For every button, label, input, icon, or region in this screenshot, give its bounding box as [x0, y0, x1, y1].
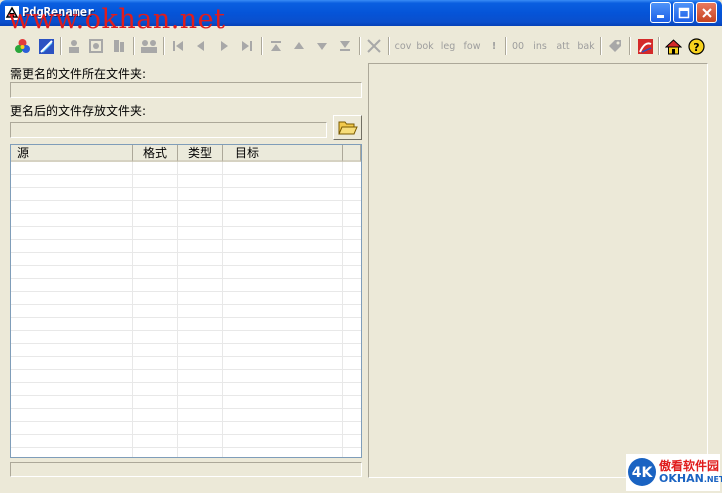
open-button[interactable]	[12, 34, 32, 58]
target-folder-label: 更名后的文件存放文件夹:	[10, 104, 147, 118]
svg-text:?: ?	[693, 41, 699, 54]
toolbar-separator	[505, 37, 507, 55]
toolbar-separator	[388, 37, 390, 55]
target-folder-input[interactable]	[10, 122, 327, 138]
toolbar-separator	[133, 37, 135, 55]
exclamation-button[interactable]: !	[486, 34, 502, 58]
watermark-en: OKHAN.NET	[659, 472, 722, 485]
toolbar-separator	[261, 37, 263, 55]
group-icon	[141, 40, 157, 53]
file-list-rows[interactable]	[11, 162, 361, 457]
first-icon	[173, 41, 183, 51]
ins-button[interactable]: ins	[530, 34, 550, 58]
column-header-type[interactable]: 类型	[178, 145, 223, 162]
toolbar-separator	[163, 37, 165, 55]
close-icon	[701, 7, 712, 18]
about-logo-button[interactable]	[634, 34, 656, 58]
move-down-button[interactable]	[312, 34, 332, 58]
toolbar-separator	[359, 37, 361, 55]
bak-button[interactable]: bak	[576, 34, 596, 58]
toolbar-separator	[658, 37, 660, 55]
logo-icon	[637, 38, 653, 54]
home-icon	[664, 38, 682, 54]
bok-button[interactable]: bok	[415, 34, 435, 58]
rename-button[interactable]	[36, 34, 56, 58]
rename-icon	[38, 38, 54, 54]
preview-panel[interactable]	[368, 63, 708, 478]
toolbar-separator	[629, 37, 631, 55]
column-gridline	[177, 162, 178, 457]
help-icon: ?	[687, 37, 705, 55]
folder-open-icon	[337, 121, 358, 135]
watermark-text: www.okhan.net	[8, 4, 226, 35]
file-list-header: 源 格式 类型 目标	[11, 145, 361, 162]
move-top-icon	[271, 41, 281, 51]
delete-icon	[367, 39, 381, 53]
column-gridline	[342, 162, 343, 457]
color-wheel-icon	[14, 38, 30, 53]
move-up-icon	[294, 42, 304, 49]
maximize-icon	[678, 7, 689, 18]
column-header-source[interactable]: 源	[11, 145, 133, 162]
next-icon	[221, 41, 228, 51]
fow-button[interactable]: fow	[461, 34, 483, 58]
close-button[interactable]	[696, 2, 717, 23]
column-gridline	[222, 162, 223, 457]
tag-button[interactable]	[604, 34, 626, 58]
column-header-filler	[343, 145, 361, 162]
last-button[interactable]	[237, 34, 257, 58]
status-bar	[10, 462, 362, 477]
maximize-button[interactable]	[673, 2, 694, 23]
zero-button[interactable]: 00	[509, 34, 527, 58]
toolbar: cov bok leg fow ! 00 ins att bak ?	[0, 34, 722, 58]
next-button[interactable]	[214, 34, 234, 58]
previous-button[interactable]	[191, 34, 211, 58]
svg-text:4K: 4K	[632, 465, 654, 481]
cov-button[interactable]: cov	[393, 34, 413, 58]
source-folder-input[interactable]	[10, 82, 362, 98]
toolbar-separator	[600, 37, 602, 55]
photo-button[interactable]	[87, 34, 105, 58]
browse-folder-button[interactable]	[333, 115, 362, 140]
tag-icon	[609, 40, 621, 52]
move-up-button[interactable]	[289, 34, 309, 58]
minimize-icon	[656, 14, 664, 18]
att-button[interactable]: att	[553, 34, 573, 58]
column-header-format[interactable]: 格式	[133, 145, 178, 162]
user-button[interactable]	[65, 34, 83, 58]
toolbar-separator	[60, 37, 62, 55]
first-button[interactable]	[168, 34, 188, 58]
delete-button[interactable]	[363, 34, 385, 58]
column-header-target[interactable]: 目标	[223, 145, 343, 162]
document-button[interactable]	[110, 34, 128, 58]
minimize-button[interactable]	[650, 2, 671, 23]
move-top-button[interactable]	[266, 34, 286, 58]
document-icon	[114, 40, 124, 52]
column-gridline	[132, 162, 133, 457]
last-icon	[242, 41, 252, 51]
watermark-en-suffix: .NET	[703, 475, 722, 484]
user-icon	[69, 40, 79, 53]
help-button[interactable]: ?	[686, 34, 706, 58]
leg-button[interactable]: leg	[438, 34, 458, 58]
move-down-icon	[317, 43, 327, 50]
home-button[interactable]	[663, 34, 683, 58]
move-bottom-icon	[340, 41, 350, 51]
group-button[interactable]	[138, 34, 160, 58]
previous-icon	[197, 41, 204, 51]
file-list[interactable]: 源 格式 类型 目标	[10, 144, 362, 458]
photo-icon	[89, 39, 103, 53]
move-bottom-button[interactable]	[335, 34, 355, 58]
source-folder-label: 需更名的文件所在文件夹:	[10, 67, 147, 81]
watermark-en-main: OKHAN	[659, 472, 704, 485]
